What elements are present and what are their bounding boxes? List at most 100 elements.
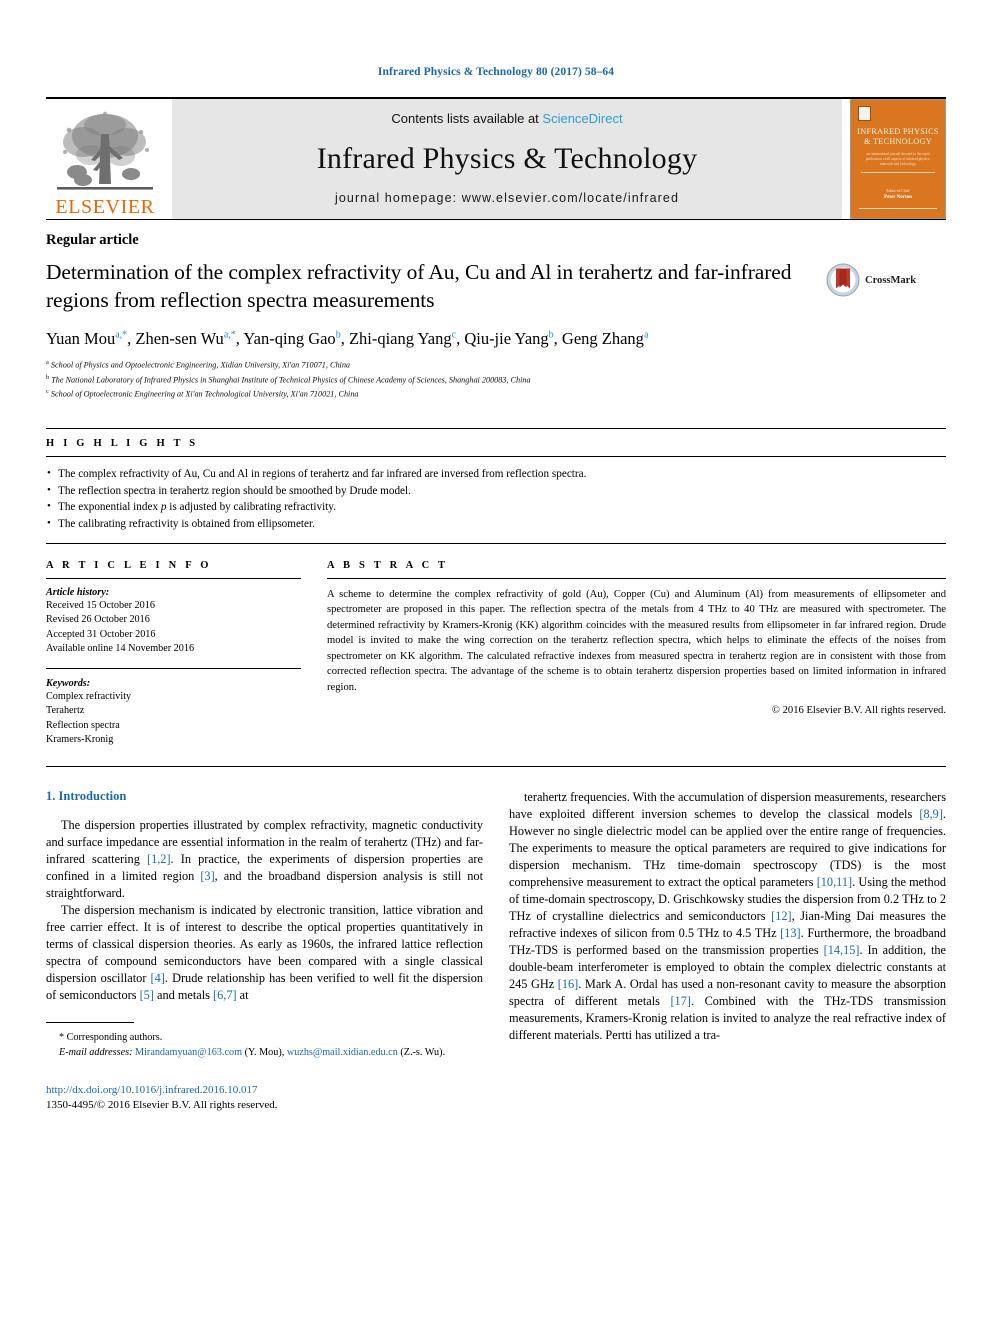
- article-info-rule: [46, 577, 301, 579]
- body-top-rule: [46, 765, 946, 767]
- crossmark-label: CrossMark: [865, 274, 917, 286]
- elsevier-tree-icon: [57, 111, 153, 190]
- author-item: Yan-qing Gaob: [243, 329, 340, 348]
- author-item: Geng Zhanga: [562, 329, 648, 348]
- citation-link[interactable]: [10,11]: [817, 875, 852, 889]
- keyword-item: Terahertz: [46, 705, 85, 717]
- abstract-label: A B S T R A C T: [327, 559, 449, 571]
- author-affil-mark: a,*: [223, 329, 236, 341]
- paragraph: terahertz frequencies. With the accumula…: [509, 789, 947, 1043]
- contents-available-line: Contents lists available at ScienceDirec…: [391, 111, 622, 126]
- citation-link[interactable]: [14,15]: [824, 943, 860, 957]
- body-columns: 1. Introduction The dispersion propertie…: [46, 789, 946, 1114]
- author-item: Zhen-sen Wua,*: [135, 329, 235, 348]
- masthead-bottom-rule: [46, 219, 946, 220]
- keywords-block: Keywords: Complex refractivity Terahertz…: [46, 667, 301, 748]
- paper-page: Infrared Physics & Technology 80 (2017) …: [0, 0, 992, 1323]
- abstract-copyright: © 2016 Elsevier B.V. All rights reserved…: [771, 705, 946, 717]
- section-heading-introduction: 1. Introduction: [46, 788, 127, 803]
- journal-cover-thumbnail: INFRARED PHYSICS & TECHNOLOGY an interna…: [850, 99, 946, 219]
- cover-editor-block: Editor-in-Chief Peter Norton: [851, 188, 945, 202]
- affiliation-item: b The National Laboratory of Infrared Ph…: [46, 373, 946, 387]
- email-link-2[interactable]: wuzhs@mail.xidian.edu.cn: [287, 1047, 398, 1058]
- cover-subtitle: an international journal devoted to the …: [865, 151, 931, 167]
- list-item: The exponential index p is adjusted by c…: [46, 498, 946, 516]
- cover-editor-label: Editor-in-Chief: [886, 188, 910, 193]
- citation-link[interactable]: [1,2]: [147, 852, 171, 866]
- history-line: Available online 14 November 2016: [46, 643, 195, 655]
- author-item: Qiu-jie Yangb: [464, 329, 553, 348]
- author-name: Qiu-jie Yang: [464, 329, 549, 349]
- journal-band: Contents lists available at ScienceDirec…: [172, 99, 842, 219]
- article-history-title: Article history:: [46, 586, 110, 598]
- page-title: Determination of the complex refractivit…: [46, 260, 792, 312]
- affiliation-item: a School of Physics and Optoelectronic E…: [46, 358, 946, 372]
- author-affil-mark: b: [548, 329, 554, 341]
- citation-link[interactable]: [12]: [771, 909, 792, 923]
- history-line: Received 15 October 2016: [46, 599, 155, 611]
- email-label: E-mail addresses:: [59, 1046, 133, 1058]
- abstract-text: A scheme to determine the complex refrac…: [327, 588, 946, 693]
- cover-title-line1: INFRARED PHYSICS: [857, 127, 939, 136]
- affiliation-mark: a: [46, 359, 49, 367]
- body-column-left: 1. Introduction The dispersion propertie…: [46, 789, 483, 1114]
- affiliation-item: c School of Optoelectronic Engineering a…: [46, 387, 946, 401]
- list-item: The calibrating refractivity is obtained…: [46, 515, 946, 533]
- citation-link[interactable]: [17]: [670, 994, 691, 1008]
- doi-link[interactable]: http://dx.doi.org/10.1016/j.infrared.201…: [46, 1083, 483, 1098]
- contents-prefix: Contents lists available at: [391, 111, 543, 126]
- highlights-section: H I G H L I G H T S The complex refracti…: [46, 427, 946, 544]
- article-info-section: A R T I C L E I N F O Article history: R…: [46, 560, 301, 748]
- affiliation-text: School of Physics and Optoelectronic Eng…: [50, 361, 351, 371]
- email-owner-1: (Y. Mou),: [244, 1046, 285, 1058]
- cover-title-line2: & TECHNOLOGY: [864, 137, 932, 147]
- author-name: Yuan Mou: [46, 329, 116, 349]
- affiliation-list: a School of Physics and Optoelectronic E…: [46, 358, 946, 401]
- author-name: Zhi-qiang Yang: [348, 329, 452, 349]
- email-note: E-mail addresses: Mirandamyuan@163.com (…: [46, 1046, 483, 1061]
- cover-publisher-mark-icon: [858, 106, 871, 121]
- elsevier-wordmark: ELSEVIER: [55, 196, 155, 218]
- paragraph: The dispersion properties illustrated by…: [46, 817, 483, 900]
- journal-masthead: ELSEVIER Contents lists available at Sci…: [46, 97, 946, 219]
- journal-homepage-link[interactable]: journal homepage: www.elsevier.com/locat…: [335, 191, 679, 205]
- journal-title: Infrared Physics & Technology: [316, 141, 698, 175]
- author-name: Yan-qing Gao: [243, 329, 336, 349]
- citation-link[interactable]: [3]: [200, 869, 214, 883]
- highlights-bottom-rule: [46, 542, 946, 544]
- elsevier-logo: ELSEVIER: [46, 99, 164, 219]
- email-owner-2: (Z.-s. Wu).: [400, 1046, 446, 1058]
- abstract-section: A B S T R A C T A scheme to determine th…: [327, 560, 946, 748]
- running-head: Infrared Physics & Technology 80 (2017) …: [377, 66, 615, 78]
- imprint-block: http://dx.doi.org/10.1016/j.infrared.201…: [46, 1083, 483, 1114]
- author-name: Zhen-sen Wu: [135, 329, 224, 349]
- citation-link[interactable]: [4]: [151, 971, 165, 985]
- citation-link[interactable]: [6,7]: [213, 988, 237, 1002]
- citation-link[interactable]: [13]: [780, 926, 801, 940]
- affiliation-mark: b: [46, 373, 50, 381]
- author-affil-mark: b: [335, 329, 341, 341]
- cover-editor-name: Peter Norton: [884, 195, 912, 200]
- history-line: Accepted 31 October 2016: [46, 628, 156, 640]
- crossmark-badge[interactable]: CrossMark: [826, 259, 946, 297]
- cover-bottom-divider: [858, 208, 938, 209]
- affiliation-text: The National Laboratory of Infrared Phys…: [51, 375, 531, 385]
- author-affil-mark: c: [451, 329, 457, 341]
- email-link-1[interactable]: Mirandamyuan@163.com: [135, 1047, 242, 1058]
- citation-link[interactable]: [16]: [558, 977, 579, 991]
- issn-copyright-line: 1350-4495/© 2016 Elsevier B.V. All right…: [46, 1098, 278, 1111]
- cover-title: INFRARED PHYSICS & TECHNOLOGY: [857, 127, 940, 148]
- citation-link[interactable]: [5]: [140, 988, 154, 1002]
- corresponding-author-note: * Corresponding authors.: [46, 1031, 483, 1046]
- affiliation-mark: c: [46, 388, 49, 396]
- sciencedirect-link[interactable]: ScienceDirect: [542, 111, 622, 126]
- article-type: Regular article: [46, 232, 139, 248]
- highlights-top-rule: [46, 427, 946, 429]
- corresponding-author-text: * Corresponding authors.: [59, 1032, 163, 1044]
- crossmark-icon: [826, 263, 860, 297]
- keyword-item: Complex refractivity: [46, 690, 132, 702]
- author-item: Zhi-qiang Yangc: [349, 329, 456, 348]
- citation-link[interactable]: [8,9]: [919, 807, 943, 821]
- footnote-block: * Corresponding authors. E-mail addresse…: [46, 1022, 483, 1113]
- keyword-item: Kramers-Kronig: [46, 734, 114, 746]
